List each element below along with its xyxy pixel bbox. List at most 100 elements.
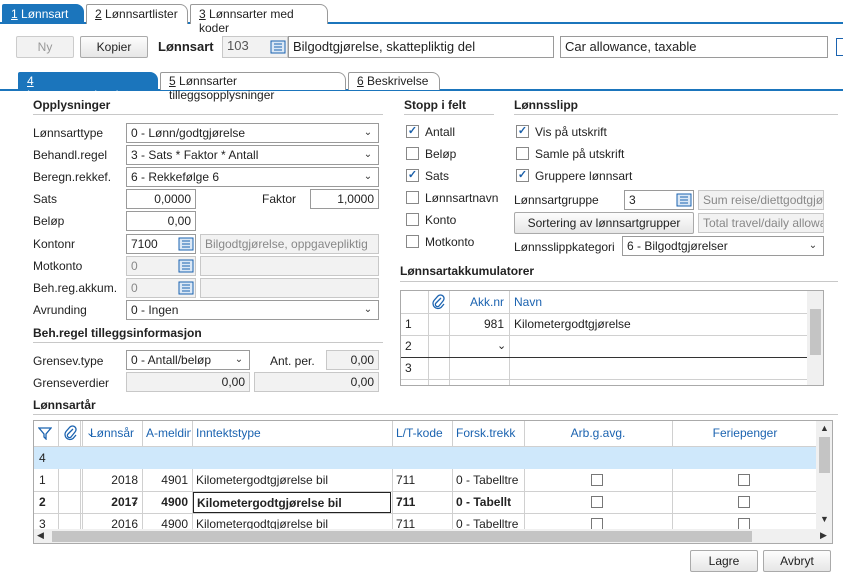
checkbox-empty-icon[interactable]	[516, 147, 529, 160]
lonnsart-name-field[interactable]: Bilgodtgjørelse, skattepliktig del	[288, 36, 554, 58]
save-button[interactable]: Lagre	[690, 550, 758, 572]
list-lookup-icon[interactable]	[676, 192, 692, 211]
row-number: 3	[405, 361, 412, 375]
scroll-up-icon[interactable]: ▲	[820, 423, 829, 433]
am-cell[interactable]: 4901	[143, 470, 191, 491]
sats-label: Sats	[33, 192, 58, 206]
checkbox-empty-icon[interactable]	[406, 147, 419, 160]
filter-icon[interactable]	[37, 426, 53, 443]
grenseverdier-input-2[interactable]: 0,00	[254, 372, 379, 392]
sortering-button[interactable]: Sortering av lønnsartgrupper	[514, 212, 694, 234]
kontonr-label: Kontonr	[33, 237, 76, 251]
checkbox-empty-icon[interactable]	[738, 496, 750, 508]
am-cell[interactable]: 4900	[143, 492, 191, 513]
select-value: 6 - Bilgodtgjørelser	[627, 239, 728, 253]
checkbox-empty-icon[interactable]	[738, 474, 750, 486]
grensev-select[interactable]: 0 - Antall/beløp ⌄	[126, 350, 250, 370]
lonnsart-name-en-field[interactable]: Car allowance, taxable	[560, 36, 828, 58]
scrollbar-thumb[interactable]	[52, 531, 752, 542]
list-lookup-icon[interactable]	[178, 258, 194, 277]
checkbox-gruppere-l-nnsart[interactable]: ✓ Gruppere lønnsart	[516, 168, 666, 184]
attachment-icon[interactable]	[64, 425, 78, 444]
col-header-navn[interactable]: Navn	[511, 292, 711, 313]
new-button[interactable]: Ny	[16, 36, 74, 58]
select-value: 6 - Rekkefølge 6	[131, 170, 220, 184]
tab-lonnsartlister[interactable]: 2 Lønnsartlister	[86, 4, 188, 24]
forsk-cell[interactable]: 0 - Tabelltre	[453, 470, 523, 491]
ar-h-scrollbar[interactable]: ◀ ▶	[34, 529, 832, 543]
scroll-down-icon[interactable]: ▼	[820, 514, 829, 524]
col-header-akknr[interactable]: Akk.nr	[451, 292, 507, 313]
kategori-label: Lønnsslippkategori	[514, 240, 615, 254]
belop-input[interactable]: 0,00	[126, 211, 196, 231]
faktor-input[interactable]: 1,0000	[310, 189, 379, 209]
list-lookup-icon[interactable]	[270, 39, 286, 58]
inntekt-cell[interactable]: Kilometergodtgjørelse bil	[193, 492, 391, 513]
forsk-cell[interactable]: 0 - Tabellt	[453, 492, 523, 513]
tab-lonnsart[interactable]: 1 Lønnsart	[2, 4, 84, 24]
antper-input[interactable]: 0,00	[326, 350, 379, 370]
col-header[interactable]: Forsk.trekk	[453, 423, 523, 444]
scrollbar-thumb[interactable]	[819, 437, 830, 473]
checkbox-samle-p-utskrift[interactable]: Samle på utskrift	[516, 146, 666, 162]
kategori-select[interactable]: 6 - Bilgodtgjørelser ⌄	[622, 236, 824, 256]
list-lookup-icon[interactable]	[178, 236, 194, 255]
cancel-button[interactable]: Avbryt	[763, 550, 831, 572]
col-header[interactable]: L/T-kode	[393, 423, 451, 444]
akk-scrollbar[interactable]	[807, 291, 823, 385]
checkbox-checked-icon[interactable]: ✓	[516, 169, 529, 182]
chevron-down-icon[interactable]: ⌄	[130, 495, 139, 508]
behandl-select[interactable]: 3 - Sats * Faktor * Antall ⌄	[126, 145, 379, 165]
col-header[interactable]: Feriepenger	[673, 423, 817, 444]
checkbox-empty-icon[interactable]	[591, 474, 603, 486]
scrollbar-thumb[interactable]	[810, 309, 821, 355]
stopp-heading: Stopp i felt	[404, 98, 494, 115]
navn-cell[interactable]: Kilometergodtgjørelse	[511, 314, 801, 335]
checkbox-empty-icon[interactable]	[591, 496, 603, 508]
year-cell[interactable]: 2018	[83, 470, 141, 491]
checkbox-empty-icon[interactable]	[406, 191, 419, 204]
avrunding-select[interactable]: 0 - Ingen ⌄	[126, 300, 379, 320]
new-row[interactable]: 4	[34, 447, 816, 469]
chevron-down-icon[interactable]: ⌄	[497, 339, 506, 352]
tab-lonnsartopplysninger[interactable]: 4 Lønnsartopplysninger	[18, 72, 158, 102]
col-header[interactable]: Arb.g.avg.	[525, 423, 671, 444]
belop-label: Beløp	[33, 214, 65, 228]
sats-input[interactable]: 0,0000	[126, 189, 196, 209]
faktor-label: Faktor	[262, 192, 297, 206]
navn-cell[interactable]	[511, 336, 801, 357]
lt-cell[interactable]: 711	[393, 492, 451, 513]
akknr-cell[interactable]: 981	[451, 314, 507, 335]
grenseverdier-input-1[interactable]: 0,00	[126, 372, 250, 392]
tab-key: 3	[199, 7, 206, 21]
tab-beskrivelse[interactable]: 6 Beskrivelse	[348, 72, 440, 90]
inntekt-cell[interactable]: Kilometergodtgjørelse bil	[193, 470, 391, 491]
tab-lonnsarter-tilleggsopplysninger[interactable]: 5 Lønnsarter tilleggsopplysninger	[160, 72, 346, 102]
checkbox-vis-p-utskrift[interactable]: ✓ Vis på utskrift	[516, 124, 666, 140]
motkonto-label: Motkonto	[33, 259, 83, 273]
copy-button[interactable]: Kopier	[80, 36, 148, 58]
ar-v-scrollbar[interactable]: ▲ ▼	[816, 421, 832, 529]
attachment-icon[interactable]	[432, 294, 446, 313]
checkbox-checked-icon[interactable]: ✓	[406, 125, 419, 138]
col-header[interactable]: Inntektstype	[193, 423, 391, 444]
tab-lonnsarter-med-koder[interactable]: 3 Lønnsarter med koder	[190, 4, 328, 35]
list-lookup-icon[interactable]	[178, 280, 194, 299]
scroll-right-icon[interactable]: ▶	[820, 530, 827, 541]
col-header[interactable]: Lønnsår	[83, 423, 141, 444]
lt-cell[interactable]: 711	[393, 470, 451, 491]
checkbox-checked-icon[interactable]: ✓	[406, 169, 419, 182]
beregn-select[interactable]: 6 - Rekkefølge 6 ⌄	[126, 167, 379, 187]
lonnsart-number-value: 103	[227, 38, 249, 53]
checkbox-empty-icon[interactable]	[406, 213, 419, 226]
lonnsarttype-select[interactable]: 0 - Lønn/godtgjørelse ⌄	[126, 123, 379, 143]
side-panel-edge[interactable]	[836, 38, 843, 56]
checkbox-checked-icon[interactable]: ✓	[516, 125, 529, 138]
checkbox-empty-icon[interactable]	[406, 235, 419, 248]
row-number: 2	[405, 339, 412, 353]
akknr-cell[interactable]	[451, 358, 507, 379]
navn-cell[interactable]	[511, 358, 801, 379]
scroll-left-icon[interactable]: ◀	[37, 530, 44, 541]
grid-line	[401, 379, 807, 380]
col-header[interactable]: A-meldin	[143, 423, 191, 444]
